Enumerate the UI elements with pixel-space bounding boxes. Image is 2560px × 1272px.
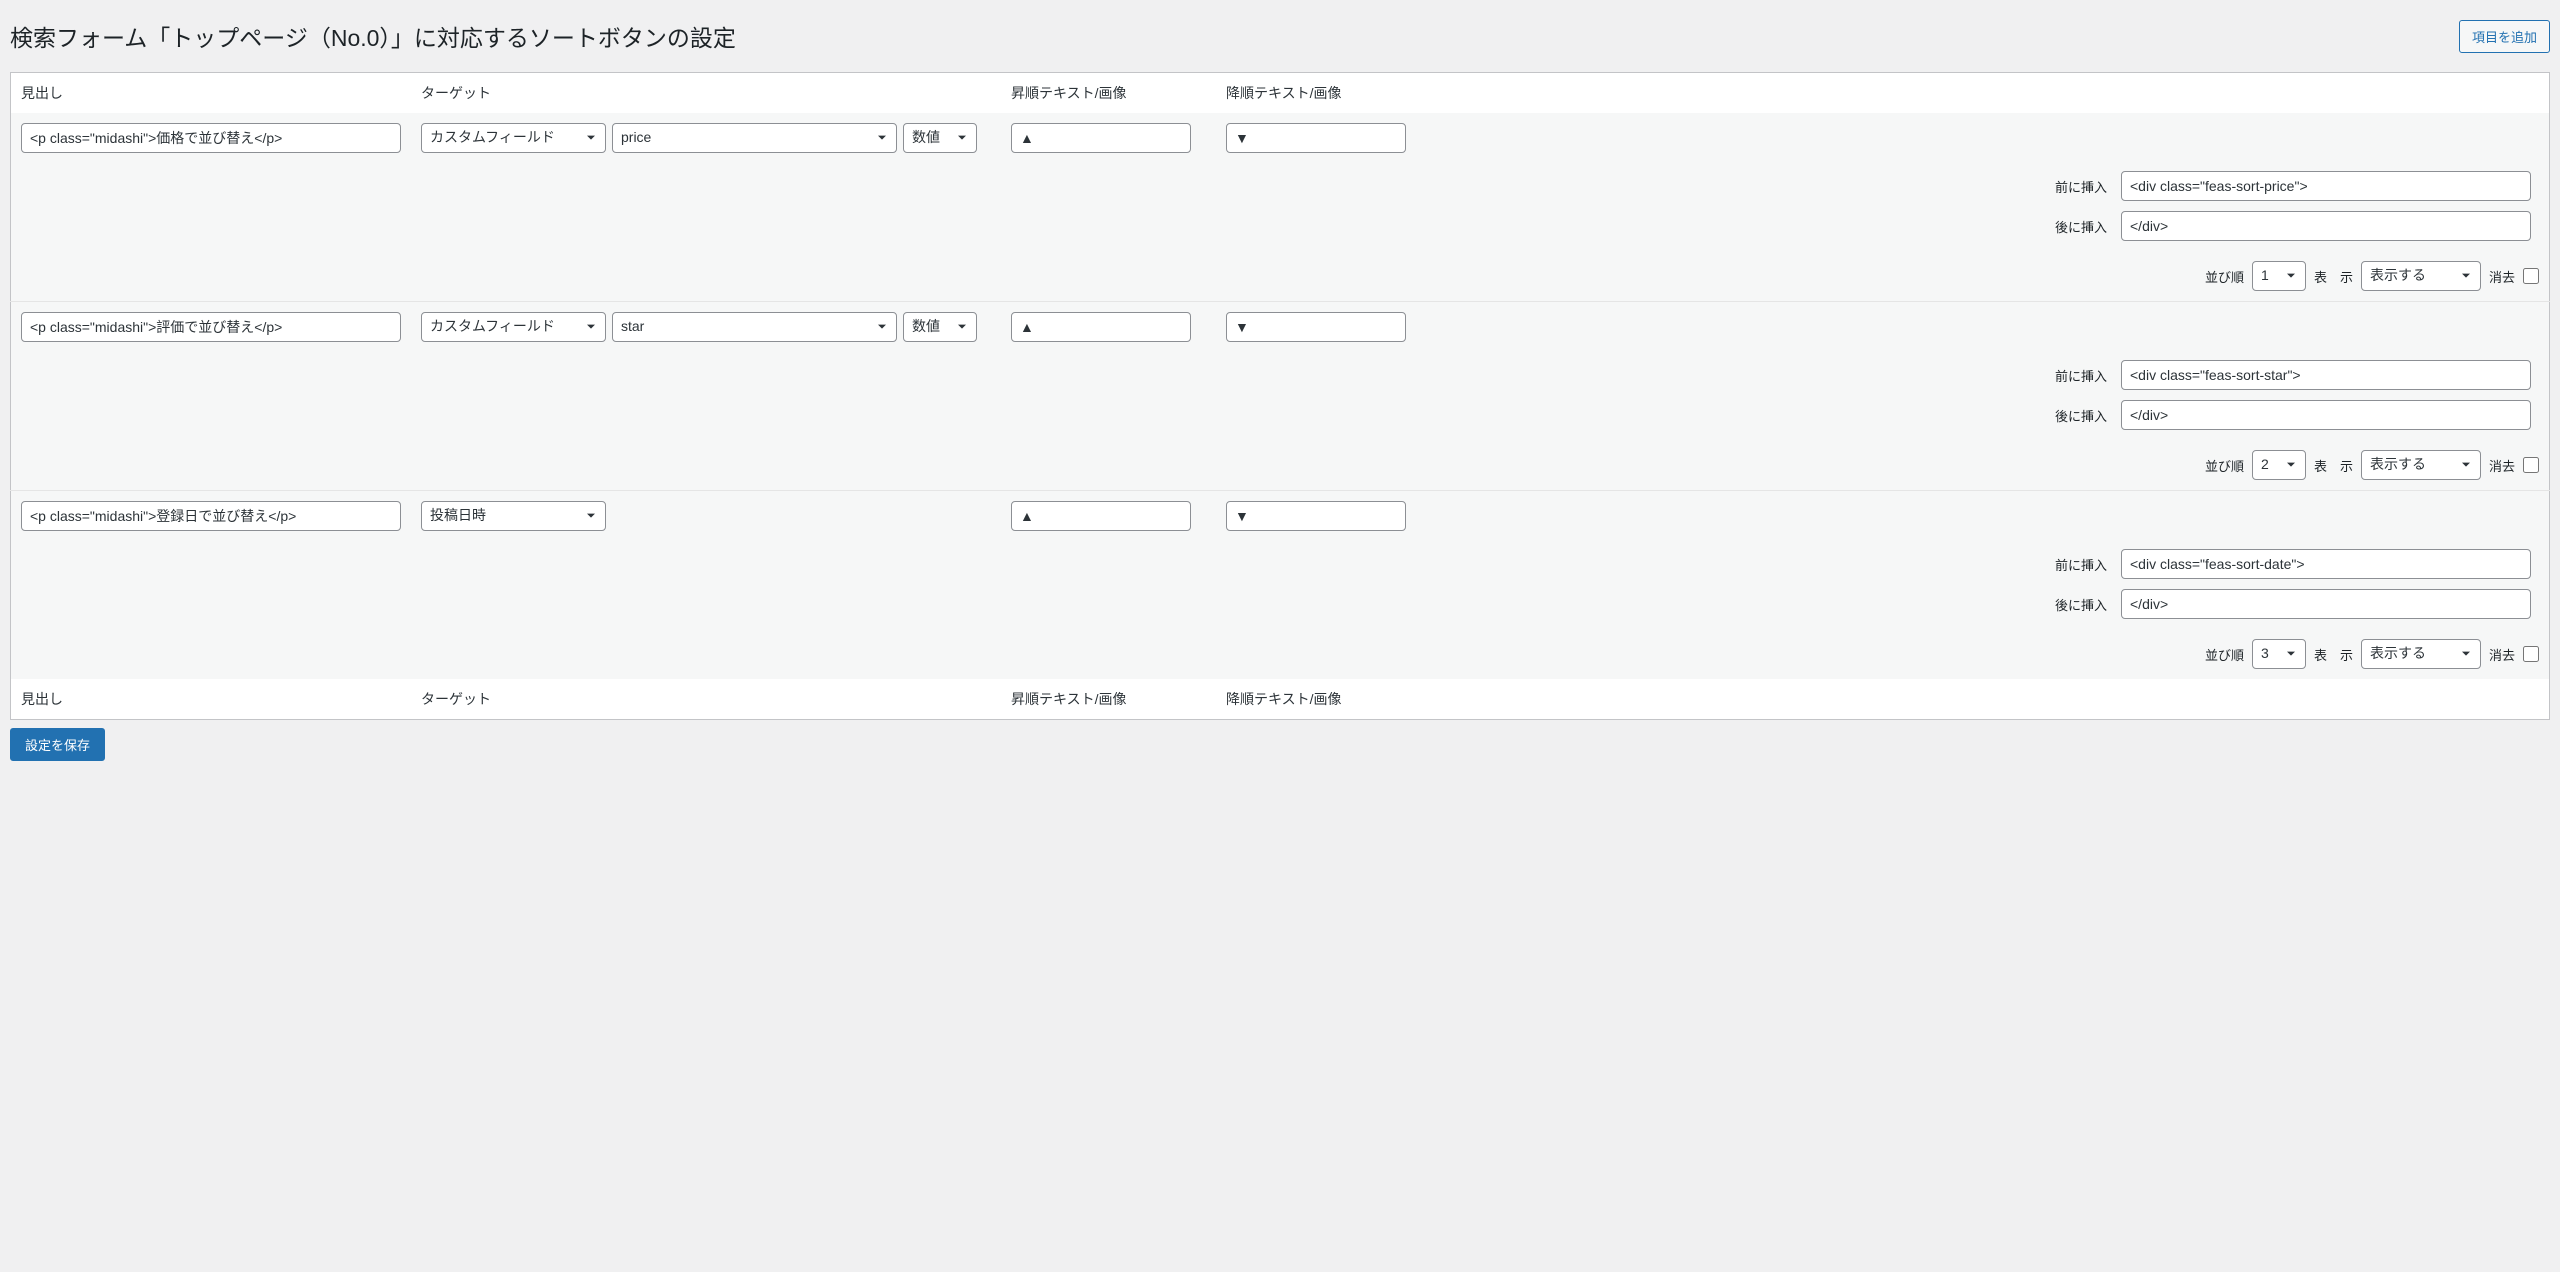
heading-input[interactable]: [21, 501, 401, 531]
asc-text-input[interactable]: [1011, 312, 1191, 342]
delete-checkbox[interactable]: [2523, 268, 2539, 284]
delete-label: 消去: [2489, 267, 2515, 286]
page-title: 検索フォーム「トップページ（No.0）」に対応するソートボタンの設定: [10, 10, 736, 62]
asc-text-input[interactable]: [1011, 123, 1191, 153]
order-select[interactable]: 1: [2252, 261, 2306, 291]
delete-label: 消去: [2489, 645, 2515, 664]
target-type-select[interactable]: カスタムフィールド: [421, 123, 606, 153]
table-row: カスタムフィールド star 数値 前に挿入: [11, 302, 2550, 491]
heading-input[interactable]: [21, 312, 401, 342]
order-label: 並び順: [2205, 645, 2244, 664]
target-type-select[interactable]: カスタムフィールド: [421, 312, 606, 342]
order-label: 並び順: [2205, 456, 2244, 475]
display-select[interactable]: 表示する: [2361, 450, 2481, 480]
display-label: 表 示: [2314, 267, 2353, 286]
display-select[interactable]: 表示する: [2361, 261, 2481, 291]
insert-before-label: 前に挿入: [2049, 545, 2113, 583]
sort-settings-table: 見出し ターゲット 昇順テキスト/画像 降順テキスト/画像 カスタムフィールド …: [10, 72, 2550, 720]
value-type-select[interactable]: 数値: [903, 123, 977, 153]
desc-text-input[interactable]: [1226, 501, 1406, 531]
display-label: 表 示: [2314, 456, 2353, 475]
delete-checkbox[interactable]: [2523, 646, 2539, 662]
insert-after-label: 後に挿入: [2049, 207, 2113, 245]
desc-text-input[interactable]: [1226, 123, 1406, 153]
insert-before-input[interactable]: [2121, 171, 2531, 201]
insert-after-label: 後に挿入: [2049, 585, 2113, 623]
desc-text-input[interactable]: [1226, 312, 1406, 342]
table-row: 投稿日時 前に挿入 後に挿入: [11, 491, 2550, 680]
add-item-button[interactable]: 項目を追加: [2459, 20, 2550, 53]
col-target: ターゲット: [411, 73, 1001, 114]
insert-before-label: 前に挿入: [2049, 356, 2113, 394]
order-label: 並び順: [2205, 267, 2244, 286]
insert-before-input[interactable]: [2121, 549, 2531, 579]
target-field-select[interactable]: price: [612, 123, 897, 153]
insert-after-label: 後に挿入: [2049, 396, 2113, 434]
insert-before-label: 前に挿入: [2049, 167, 2113, 205]
insert-before-input[interactable]: [2121, 360, 2531, 390]
target-type-select[interactable]: 投稿日時: [421, 501, 606, 531]
table-row: カスタムフィールド price 数値 前に挿入: [11, 113, 2550, 302]
col-asc: 昇順テキスト/画像: [1001, 73, 1216, 114]
order-select[interactable]: 3: [2252, 639, 2306, 669]
col-desc: 降順テキスト/画像: [1216, 73, 2550, 114]
asc-text-input[interactable]: [1011, 501, 1191, 531]
col-asc-footer: 昇順テキスト/画像: [1001, 679, 1216, 720]
display-select[interactable]: 表示する: [2361, 639, 2481, 669]
insert-after-input[interactable]: [2121, 589, 2531, 619]
target-field-select[interactable]: star: [612, 312, 897, 342]
display-label: 表 示: [2314, 645, 2353, 664]
heading-input[interactable]: [21, 123, 401, 153]
value-type-select[interactable]: 数値: [903, 312, 977, 342]
col-desc-footer: 降順テキスト/画像: [1216, 679, 2550, 720]
col-heading-footer: 見出し: [11, 679, 412, 720]
insert-after-input[interactable]: [2121, 211, 2531, 241]
insert-after-input[interactable]: [2121, 400, 2531, 430]
order-select[interactable]: 2: [2252, 450, 2306, 480]
col-heading: 見出し: [11, 73, 412, 114]
delete-checkbox[interactable]: [2523, 457, 2539, 473]
delete-label: 消去: [2489, 456, 2515, 475]
col-target-footer: ターゲット: [411, 679, 1001, 720]
save-button[interactable]: 設定を保存: [10, 728, 105, 761]
